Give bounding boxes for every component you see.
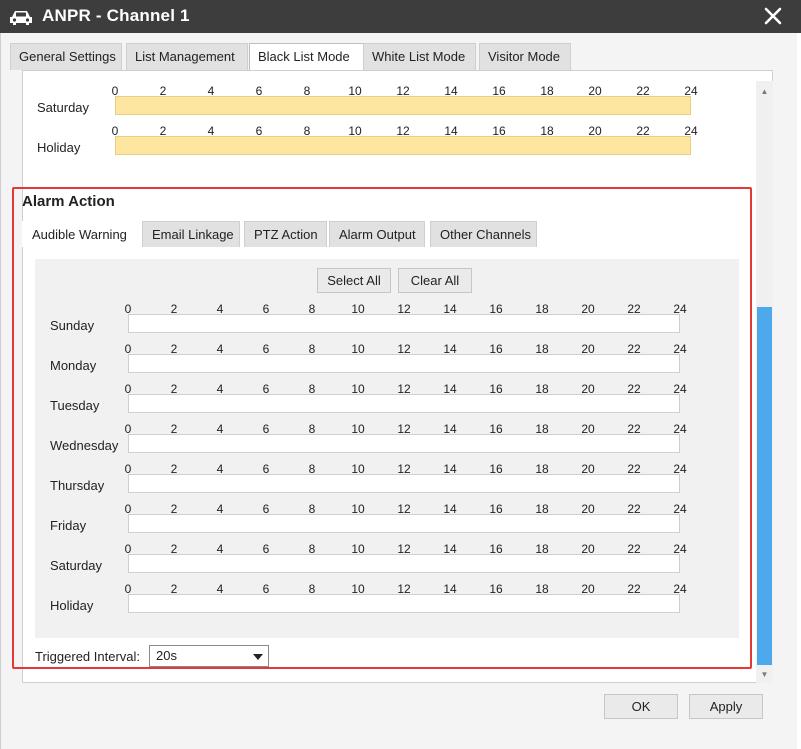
day-label: Saturday bbox=[50, 558, 103, 573]
day-label: Holiday bbox=[37, 140, 81, 155]
select-all-button[interactable]: Select All bbox=[317, 268, 391, 293]
scroll-up-icon[interactable]: ▲ bbox=[756, 83, 773, 100]
day-label: Friday bbox=[50, 518, 87, 533]
triggered-interval-select[interactable]: 20s bbox=[149, 645, 269, 667]
day-label: Tuesday bbox=[50, 398, 100, 413]
subtab-alarm-output[interactable]: Alarm Output bbox=[329, 221, 425, 247]
apply-button[interactable]: Apply bbox=[689, 694, 763, 719]
alarm-action-title: Alarm Action bbox=[22, 193, 115, 210]
tab-general-settings[interactable]: General Settings bbox=[10, 43, 122, 70]
schedule-bar[interactable] bbox=[128, 554, 680, 573]
day-label: Monday bbox=[50, 358, 97, 373]
triggered-interval-label: Triggered Interval: bbox=[35, 649, 141, 664]
vertical-scrollbar[interactable]: ▲ ▼ bbox=[756, 81, 773, 683]
tab-visitor-mode[interactable]: Visitor Mode bbox=[479, 43, 571, 70]
chevron-down-icon bbox=[253, 654, 263, 660]
subtab-audible-warning[interactable]: Audible Warning bbox=[22, 221, 139, 247]
subtab-ptz-action[interactable]: PTZ Action bbox=[244, 221, 327, 247]
schedule-bar[interactable] bbox=[128, 514, 680, 533]
day-label: Holiday bbox=[50, 598, 94, 613]
day-label: Saturday bbox=[37, 100, 90, 115]
clear-all-button[interactable]: Clear All bbox=[398, 268, 472, 293]
day-label: Wednesday bbox=[50, 438, 119, 453]
schedule-bar[interactable] bbox=[115, 136, 691, 155]
tab-black-list-mode[interactable]: Black List Mode bbox=[249, 43, 365, 72]
window-title: ANPR - Channel 1 bbox=[42, 6, 190, 25]
subtab-email-linkage[interactable]: Email Linkage bbox=[142, 221, 240, 247]
schedule-bar[interactable] bbox=[128, 314, 680, 333]
schedule-bar[interactable] bbox=[115, 96, 691, 115]
schedule-bar[interactable] bbox=[128, 594, 680, 613]
day-label: Thursday bbox=[50, 478, 105, 493]
ok-button[interactable]: OK bbox=[604, 694, 678, 719]
triggered-interval-value: 20s bbox=[156, 648, 177, 663]
tab-white-list-mode[interactable]: White List Mode bbox=[363, 43, 476, 70]
schedule-bar[interactable] bbox=[128, 354, 680, 373]
scroll-down-icon[interactable]: ▼ bbox=[756, 666, 773, 683]
day-label: Sunday bbox=[50, 318, 95, 333]
schedule-bar[interactable] bbox=[128, 434, 680, 453]
tab-list-management[interactable]: List Management bbox=[126, 43, 248, 70]
scrollbar-thumb[interactable] bbox=[757, 307, 772, 665]
subtab-other-channels[interactable]: Other Channels bbox=[430, 221, 537, 247]
car-icon bbox=[10, 11, 32, 25]
title-bar: ANPR - Channel 1 bbox=[0, 0, 801, 33]
schedule-bar[interactable] bbox=[128, 474, 680, 493]
close-icon[interactable] bbox=[763, 6, 783, 26]
schedule-bar[interactable] bbox=[128, 394, 680, 413]
